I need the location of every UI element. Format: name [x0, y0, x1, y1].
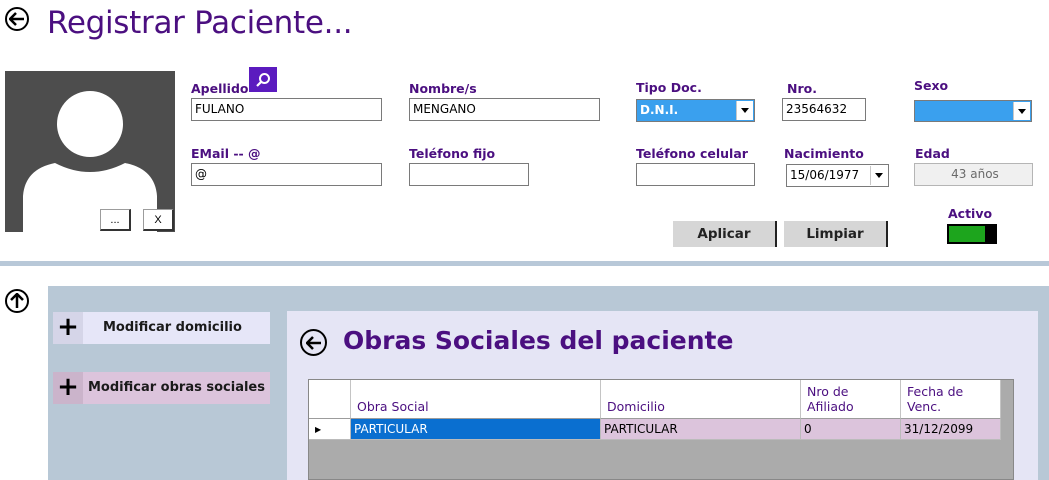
- telefono-celular-input[interactable]: [636, 163, 755, 186]
- nro-label: Nro.: [787, 81, 817, 96]
- modificar-domicilio-label: Modificar domicilio: [103, 320, 242, 335]
- sexo-label: Sexo: [914, 78, 949, 93]
- nacimiento-value: 15/06/1977: [790, 168, 860, 182]
- section-divider: [0, 261, 1049, 266]
- table-cell-fecha-venc[interactable]: 31/12/2099: [901, 419, 1001, 440]
- patient-photo: [5, 71, 175, 232]
- chevron-down-icon: [870, 166, 887, 185]
- nacimiento-date-picker[interactable]: 15/06/1977: [786, 164, 889, 187]
- column-header-nro-afiliado[interactable]: Nro de Afiliado: [801, 380, 901, 419]
- user-silhouette-icon: [23, 91, 157, 232]
- back-arrow-icon[interactable]: [5, 7, 29, 31]
- sexo-select[interactable]: [914, 100, 1032, 122]
- edad-field: 43 años: [914, 163, 1033, 186]
- obras-sociales-title: Obras Sociales del paciente: [343, 326, 734, 355]
- modificar-domicilio-button[interactable]: + Modificar domicilio: [53, 312, 270, 344]
- email-input[interactable]: @: [191, 163, 382, 186]
- limpiar-button[interactable]: Limpiar: [784, 221, 888, 247]
- email-label: EMail -- @: [191, 146, 261, 161]
- chevron-down-icon: [1013, 102, 1030, 120]
- telefono-fijo-label: Teléfono fijo: [409, 146, 496, 161]
- apellido-input[interactable]: FULANO: [191, 98, 382, 121]
- column-header-domicilio[interactable]: Domicilio: [601, 380, 801, 419]
- modificar-obras-sociales-label: Modificar obras sociales: [88, 380, 265, 395]
- table-cell-obra-social[interactable]: PARTICULAR: [351, 419, 601, 440]
- telefono-fijo-input[interactable]: [409, 163, 529, 186]
- nacimiento-label: Nacimiento: [784, 146, 864, 161]
- collapse-up-icon[interactable]: [5, 289, 29, 313]
- toggle-fill: [949, 226, 985, 242]
- chevron-down-icon: [736, 101, 753, 120]
- search-icon: [256, 72, 270, 87]
- activo-toggle[interactable]: [947, 224, 997, 244]
- edad-label: Edad: [915, 146, 950, 161]
- apellido-label: Apellido: [191, 81, 249, 96]
- table-cell-domicilio[interactable]: PARTICULAR: [601, 419, 801, 440]
- tipo-doc-label: Tipo Doc.: [636, 80, 702, 95]
- tipo-doc-select[interactable]: D.N.I.: [636, 99, 755, 122]
- nombre-input[interactable]: MENGANO: [409, 98, 600, 121]
- activo-label: Activo: [948, 206, 993, 221]
- column-header-fecha-venc[interactable]: Fecha de Venc.: [901, 380, 1001, 419]
- plus-icon: +: [53, 312, 83, 344]
- nombre-label: Nombre/s: [409, 81, 477, 96]
- row-header-corner: [309, 380, 351, 419]
- tipo-doc-value: D.N.I.: [640, 103, 679, 117]
- search-button[interactable]: [249, 67, 277, 92]
- page-title: Registrar Paciente...: [47, 5, 353, 41]
- aplicar-button[interactable]: Aplicar: [673, 221, 777, 247]
- obras-sociales-grid[interactable]: Obra Social Domicilio Nro de Afiliado Fe…: [308, 379, 1014, 480]
- back-arrow-icon[interactable]: [300, 329, 327, 356]
- nro-input[interactable]: 23564632: [782, 98, 866, 121]
- row-indicator-icon[interactable]: ▶: [309, 419, 351, 440]
- table-cell-nro-afiliado[interactable]: 0: [801, 419, 901, 440]
- plus-icon: +: [53, 372, 83, 404]
- clear-photo-button[interactable]: X: [143, 209, 174, 231]
- column-header-obra-social[interactable]: Obra Social: [351, 380, 601, 419]
- telefono-celular-label: Teléfono celular: [636, 146, 748, 161]
- modificar-obras-sociales-button[interactable]: + Modificar obras sociales: [53, 372, 270, 404]
- browse-photo-button[interactable]: ...: [100, 209, 131, 231]
- row-indicator-glyph: ▶: [315, 425, 322, 434]
